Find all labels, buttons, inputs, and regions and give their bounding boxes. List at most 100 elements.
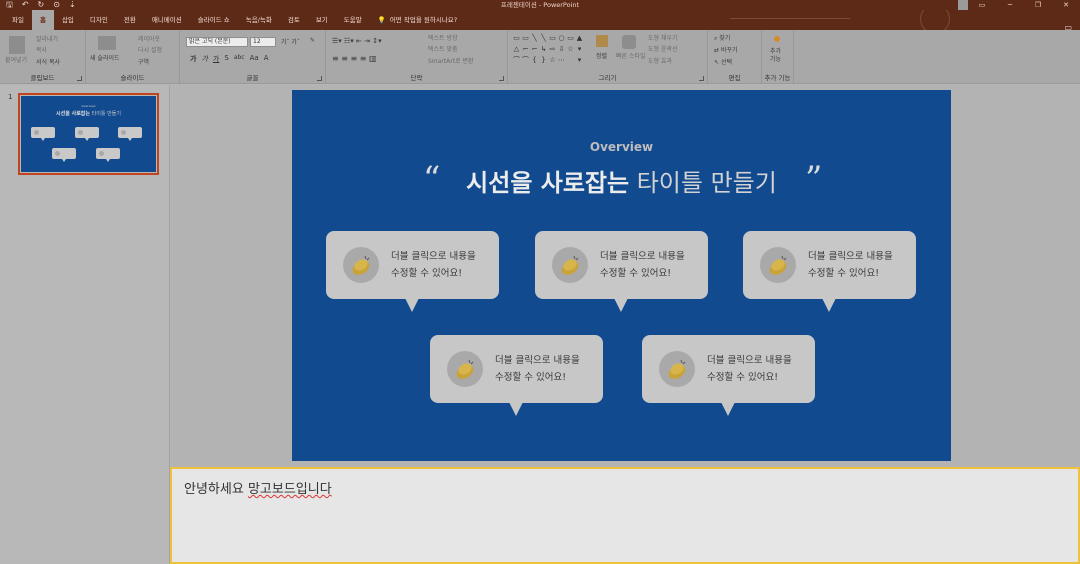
shapes-gallery[interactable]: ▭ ▭ ╲ ╲ ▭ ○ ▭ ▲ △ ⌐ ⌐ ↳ ⇨ ⇩ ☆ ▾ ⌒ ⌒{} ☆ ⋯ ▾ bbox=[512, 33, 588, 71]
align-text-button[interactable]: 텍스트 맞춤 bbox=[428, 44, 458, 53]
window-title: 프레젠테이션 - PowerPoint bbox=[500, 1, 580, 9]
shadow-button[interactable]: S bbox=[224, 54, 228, 64]
quick-styles-button[interactable]: 빠른 스타일 bbox=[616, 51, 646, 60]
clear-formatting-icon[interactable]: ✎ bbox=[310, 37, 315, 44]
quick-styles-icon[interactable] bbox=[622, 35, 636, 49]
layout-button[interactable]: 레이아웃 bbox=[138, 34, 160, 43]
font-color-button[interactable]: A bbox=[264, 54, 269, 64]
replace-button[interactable]: ⇄ 바꾸기 bbox=[714, 45, 738, 54]
thumb-card bbox=[75, 127, 99, 141]
thumb-card bbox=[52, 148, 76, 162]
notes-pane[interactable]: 안녕하세요 망고보드입니다 bbox=[170, 467, 1080, 564]
format-painter-button[interactable]: 서식 복사 bbox=[36, 57, 60, 66]
minimize-button[interactable]: ─ bbox=[996, 0, 1024, 10]
card-text: 더블 클릭으로 내용을 수정할 수 있어요! bbox=[391, 251, 476, 279]
ribbon-tabs: 파일 홈 삽입 디자인 전환 애니메이션 슬라이드 쇼 녹음/녹화 검토 보기 … bbox=[0, 10, 1080, 30]
addins-button[interactable]: 추가 기능 bbox=[770, 48, 781, 64]
shape-fill-button[interactable]: 도형 채우기 bbox=[648, 33, 678, 42]
align-buttons[interactable]: ≡ ≡ ≡ ≡ ▥ bbox=[332, 54, 377, 63]
slide-title[interactable]: 시선을 사로잡는 타이틀 만들기 bbox=[292, 163, 951, 198]
ribbon: 붙여넣기 잘라내기 복사 서식 복사 클립보드 새 슬라이드 레이아웃 다시 설… bbox=[0, 30, 1080, 84]
bold-button[interactable]: 가 bbox=[190, 54, 196, 64]
copy-button[interactable]: 복사 bbox=[36, 45, 47, 54]
group-editing: ⌕ 찾기 ⇄ 바꾸기 ↖ 선택 편집 bbox=[708, 30, 762, 84]
slide-editor: Overview “ ” 시선을 사로잡는 타이틀 만들기 더블 클릭으로 내용… bbox=[171, 85, 1080, 467]
tell-me-box[interactable]: 💡 어떤 작업을 원하시나요? bbox=[370, 10, 457, 30]
group-label-clipboard: 클립보드 bbox=[30, 74, 55, 82]
group-slides: 새 슬라이드 레이아웃 다시 설정 구역 슬라이드 bbox=[86, 30, 180, 84]
underline-button[interactable]: 가 bbox=[213, 54, 219, 64]
slide-thumbnail-content: Overview 시선을 사로잡는 타이틀 만들기 bbox=[21, 96, 156, 172]
thumb-card bbox=[31, 127, 55, 141]
paragraph-launcher[interactable] bbox=[499, 76, 504, 81]
clap-icon bbox=[343, 247, 379, 283]
slide-thumbnail[interactable]: Overview 시선을 사로잡는 타이틀 만들기 bbox=[18, 93, 159, 175]
font-launcher[interactable] bbox=[317, 76, 322, 81]
card-text: 더블 클릭으로 내용을 수정할 수 있어요! bbox=[495, 355, 580, 383]
clipboard-launcher[interactable] bbox=[77, 76, 82, 81]
group-label-font: 글꼴 bbox=[246, 74, 259, 82]
speech-card[interactable]: 더블 클릭으로 내용을 수정할 수 있어요! bbox=[326, 231, 499, 312]
ribbon-display-icon[interactable]: ▭ bbox=[968, 0, 996, 10]
shape-outline-button[interactable]: 도형 윤곽선 bbox=[648, 44, 678, 53]
font-name-select[interactable]: 맑은 고딕 (본문) bbox=[186, 37, 248, 47]
slide-number: 1 bbox=[8, 93, 13, 101]
character-spacing-button[interactable]: abc bbox=[234, 54, 245, 64]
select-button[interactable]: ↖ 선택 bbox=[714, 57, 732, 66]
convert-smartart-button[interactable]: SmartArt로 변환 bbox=[428, 56, 474, 65]
section-button[interactable]: 구역 bbox=[138, 57, 149, 66]
speech-card[interactable]: 더블 클릭으로 내용을 수정할 수 있어요! bbox=[535, 231, 708, 312]
thumb-title: 시선을 사로잡는 타이틀 만들기 bbox=[56, 111, 121, 117]
thumb-card bbox=[118, 127, 142, 141]
find-button[interactable]: ⌕ 찾기 bbox=[714, 33, 730, 43]
speech-card[interactable]: 더블 클릭으로 내용을 수정할 수 있어요! bbox=[743, 231, 916, 312]
tab-help[interactable]: 도움말 bbox=[336, 10, 370, 30]
paste-button[interactable]: 붙여넣기 bbox=[5, 55, 27, 64]
addins-icon[interactable] bbox=[774, 36, 780, 42]
slide-eyebrow[interactable]: Overview bbox=[292, 140, 951, 154]
reset-button[interactable]: 다시 설정 bbox=[138, 45, 162, 54]
tab-slide-show[interactable]: 슬라이드 쇼 bbox=[190, 10, 238, 30]
arrange-button[interactable]: 정렬 bbox=[596, 51, 607, 60]
list-buttons[interactable]: ☰▾ ☷▾ ⇤ ⇥ ↕▾ bbox=[332, 37, 382, 45]
slide-canvas[interactable]: Overview “ ” 시선을 사로잡는 타이틀 만들기 더블 클릭으로 내용… bbox=[292, 90, 951, 461]
group-label-slides: 슬라이드 bbox=[120, 74, 145, 82]
paste-icon[interactable] bbox=[9, 36, 25, 54]
grow-font-icon[interactable]: 가ˆ 가ˇ bbox=[281, 37, 300, 46]
tab-animations[interactable]: 애니메이션 bbox=[144, 10, 190, 30]
speech-card[interactable]: 더블 클릭으로 내용을 수정할 수 있어요! bbox=[430, 335, 603, 416]
new-slide-icon[interactable] bbox=[98, 36, 116, 50]
tab-review[interactable]: 검토 bbox=[280, 10, 308, 30]
arrange-icon[interactable] bbox=[596, 35, 608, 47]
card-text: 더블 클릭으로 내용을 수정할 수 있어요! bbox=[808, 251, 893, 279]
tab-view[interactable]: 보기 bbox=[308, 10, 336, 30]
slide-thumbnails-pane: 1 Overview 시선을 사로잡는 타이틀 만들기 bbox=[0, 85, 170, 564]
font-size-select[interactable]: 12 bbox=[250, 37, 276, 47]
tab-file[interactable]: 파일 bbox=[4, 10, 32, 30]
new-slide-button[interactable]: 새 슬라이드 bbox=[90, 53, 120, 62]
cut-button[interactable]: 잘라내기 bbox=[36, 34, 58, 43]
clap-icon bbox=[552, 247, 588, 283]
slide-title-bold: 시선을 사로잡는 bbox=[466, 169, 630, 197]
comments-icon[interactable]: ▭ bbox=[1064, 23, 1072, 30]
change-case-button[interactable]: Aa bbox=[250, 54, 259, 64]
decorative-circle bbox=[920, 10, 950, 30]
restore-button[interactable]: ❐ bbox=[1024, 0, 1052, 10]
italic-button[interactable]: 가 bbox=[201, 54, 207, 64]
card-text: 더블 클릭으로 내용을 수정할 수 있어요! bbox=[600, 251, 685, 279]
text-direction-button[interactable]: 텍스트 방향 bbox=[428, 33, 458, 42]
tab-record[interactable]: 녹음/녹화 bbox=[238, 10, 280, 30]
tab-design[interactable]: 디자인 bbox=[82, 10, 116, 30]
shape-effects-button[interactable]: 도형 효과 bbox=[648, 56, 672, 65]
speech-card[interactable]: 더블 클릭으로 내용을 수정할 수 있어요! bbox=[642, 335, 815, 416]
drawing-launcher[interactable] bbox=[699, 76, 704, 81]
spellcheck-word: 망고보드입니다 bbox=[247, 482, 332, 497]
tab-transitions[interactable]: 전환 bbox=[116, 10, 144, 30]
tab-insert[interactable]: 삽입 bbox=[54, 10, 82, 30]
clap-icon bbox=[760, 247, 796, 283]
notes-text[interactable]: 안녕하세요 망고보드입니다 bbox=[184, 478, 332, 497]
account-avatar[interactable] bbox=[958, 0, 968, 10]
lightbulb-icon: 💡 bbox=[377, 16, 386, 24]
close-button[interactable]: ✕ bbox=[1052, 0, 1080, 10]
tab-home[interactable]: 홈 bbox=[31, 10, 54, 30]
